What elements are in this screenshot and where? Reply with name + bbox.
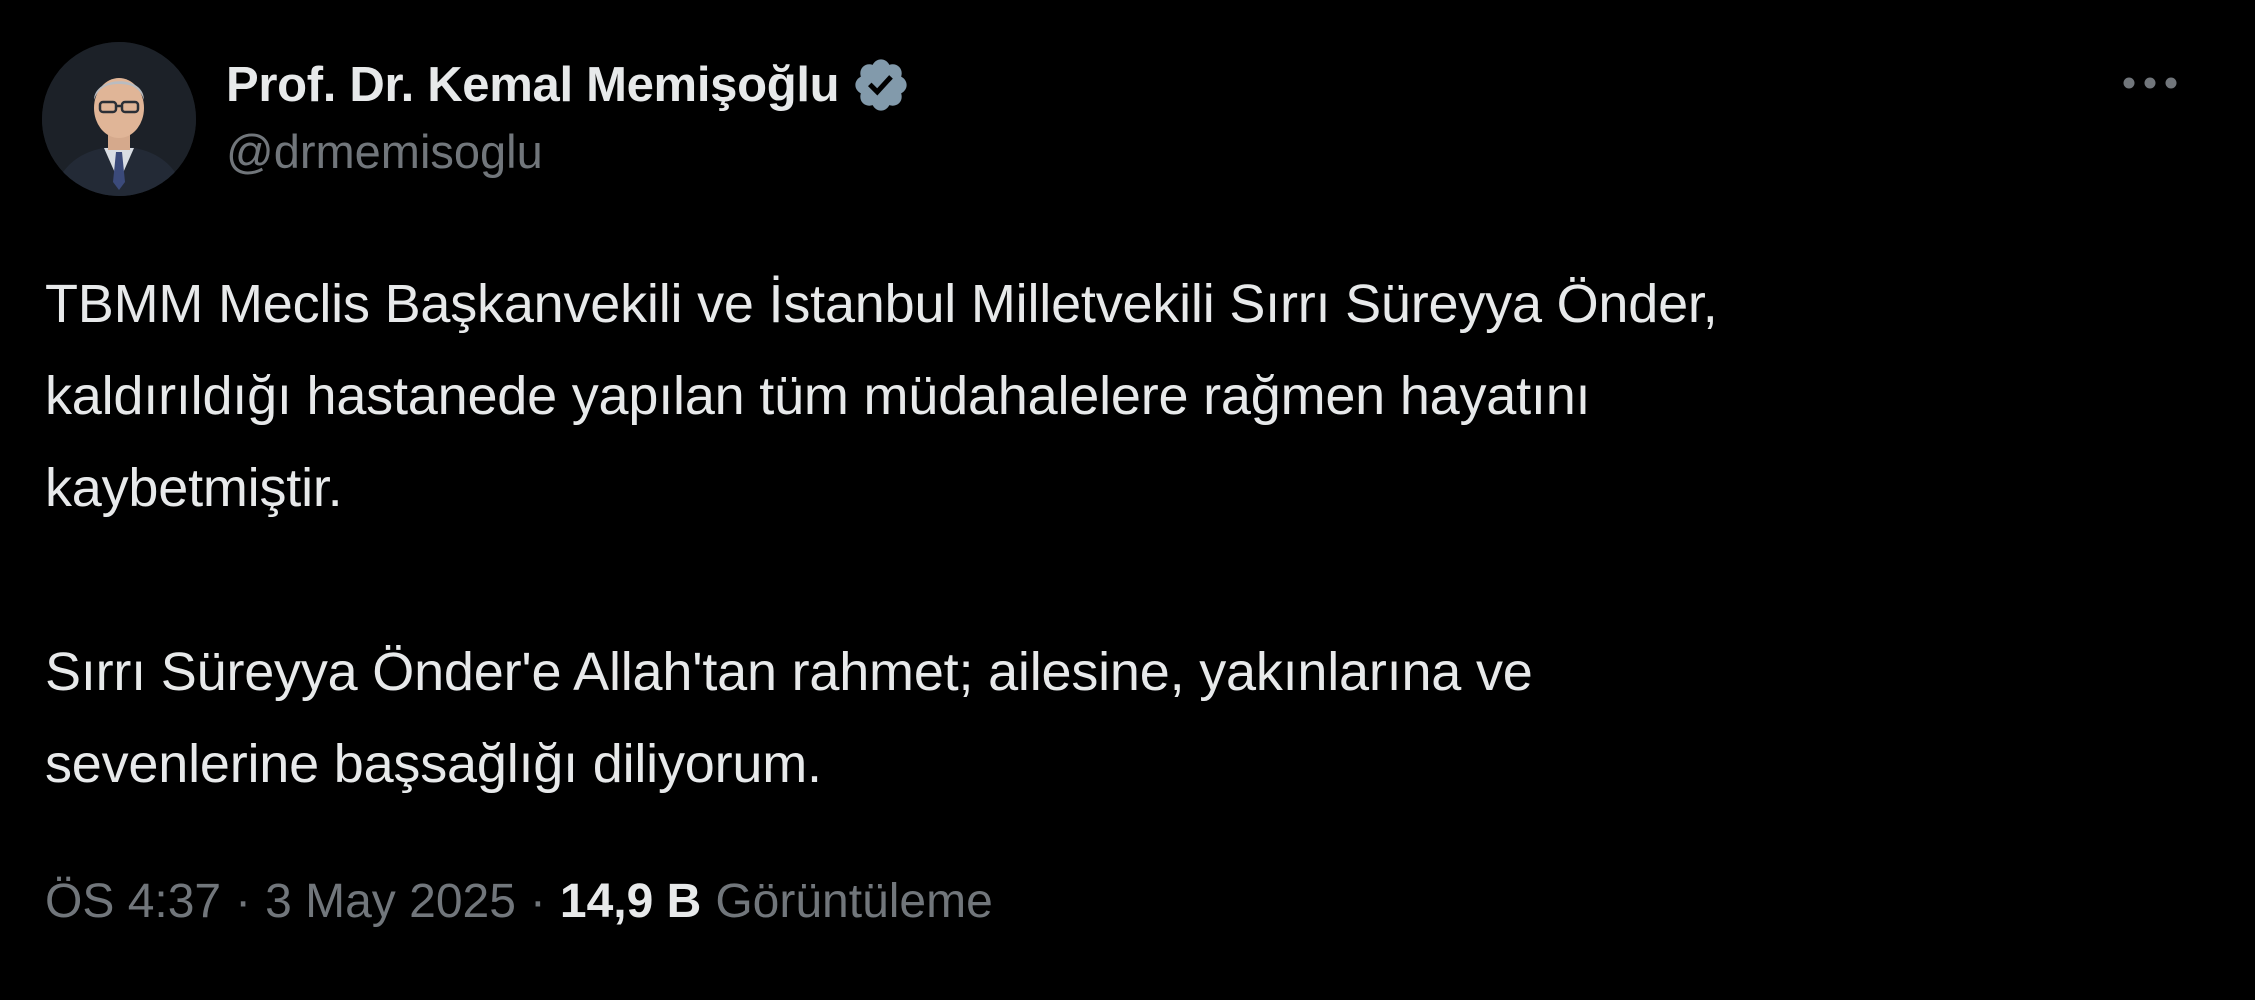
author-handle[interactable]: @drmemisoglu	[226, 124, 2026, 179]
author-name-row: Prof. Dr. Kemal Memişoğlu	[226, 52, 2026, 118]
avatar[interactable]	[42, 42, 196, 196]
meta-separator: ·	[235, 874, 252, 928]
tweet-time-link[interactable]: ÖS 4:37	[45, 874, 221, 929]
author-display-name[interactable]: Prof. Dr. Kemal Memişoğlu	[226, 57, 840, 113]
meta-separator: ·	[529, 874, 546, 928]
verified-badge-icon[interactable]	[851, 55, 911, 115]
tweet-date-link[interactable]: 3 May 2025	[265, 874, 516, 929]
avatar-photo	[42, 42, 196, 196]
tweet-text: TBMM Meclis Başkanvekili ve İstanbul Mil…	[45, 274, 1718, 794]
more-options-button[interactable]	[2110, 58, 2190, 108]
tweet-meta: ÖS 4:37 · 3 May 2025 · 14,9 B Görüntülem…	[45, 866, 993, 936]
tweet-header: Prof. Dr. Kemal Memişoğlu @drmemisoglu	[226, 52, 2026, 179]
views-label[interactable]: Görüntüleme	[715, 874, 992, 929]
tweet-card: Prof. Dr. Kemal Memişoğlu @drmemisoglu T…	[0, 0, 2255, 1000]
views-count[interactable]: 14,9 B	[560, 874, 701, 929]
more-horizontal-icon	[2123, 77, 2177, 89]
